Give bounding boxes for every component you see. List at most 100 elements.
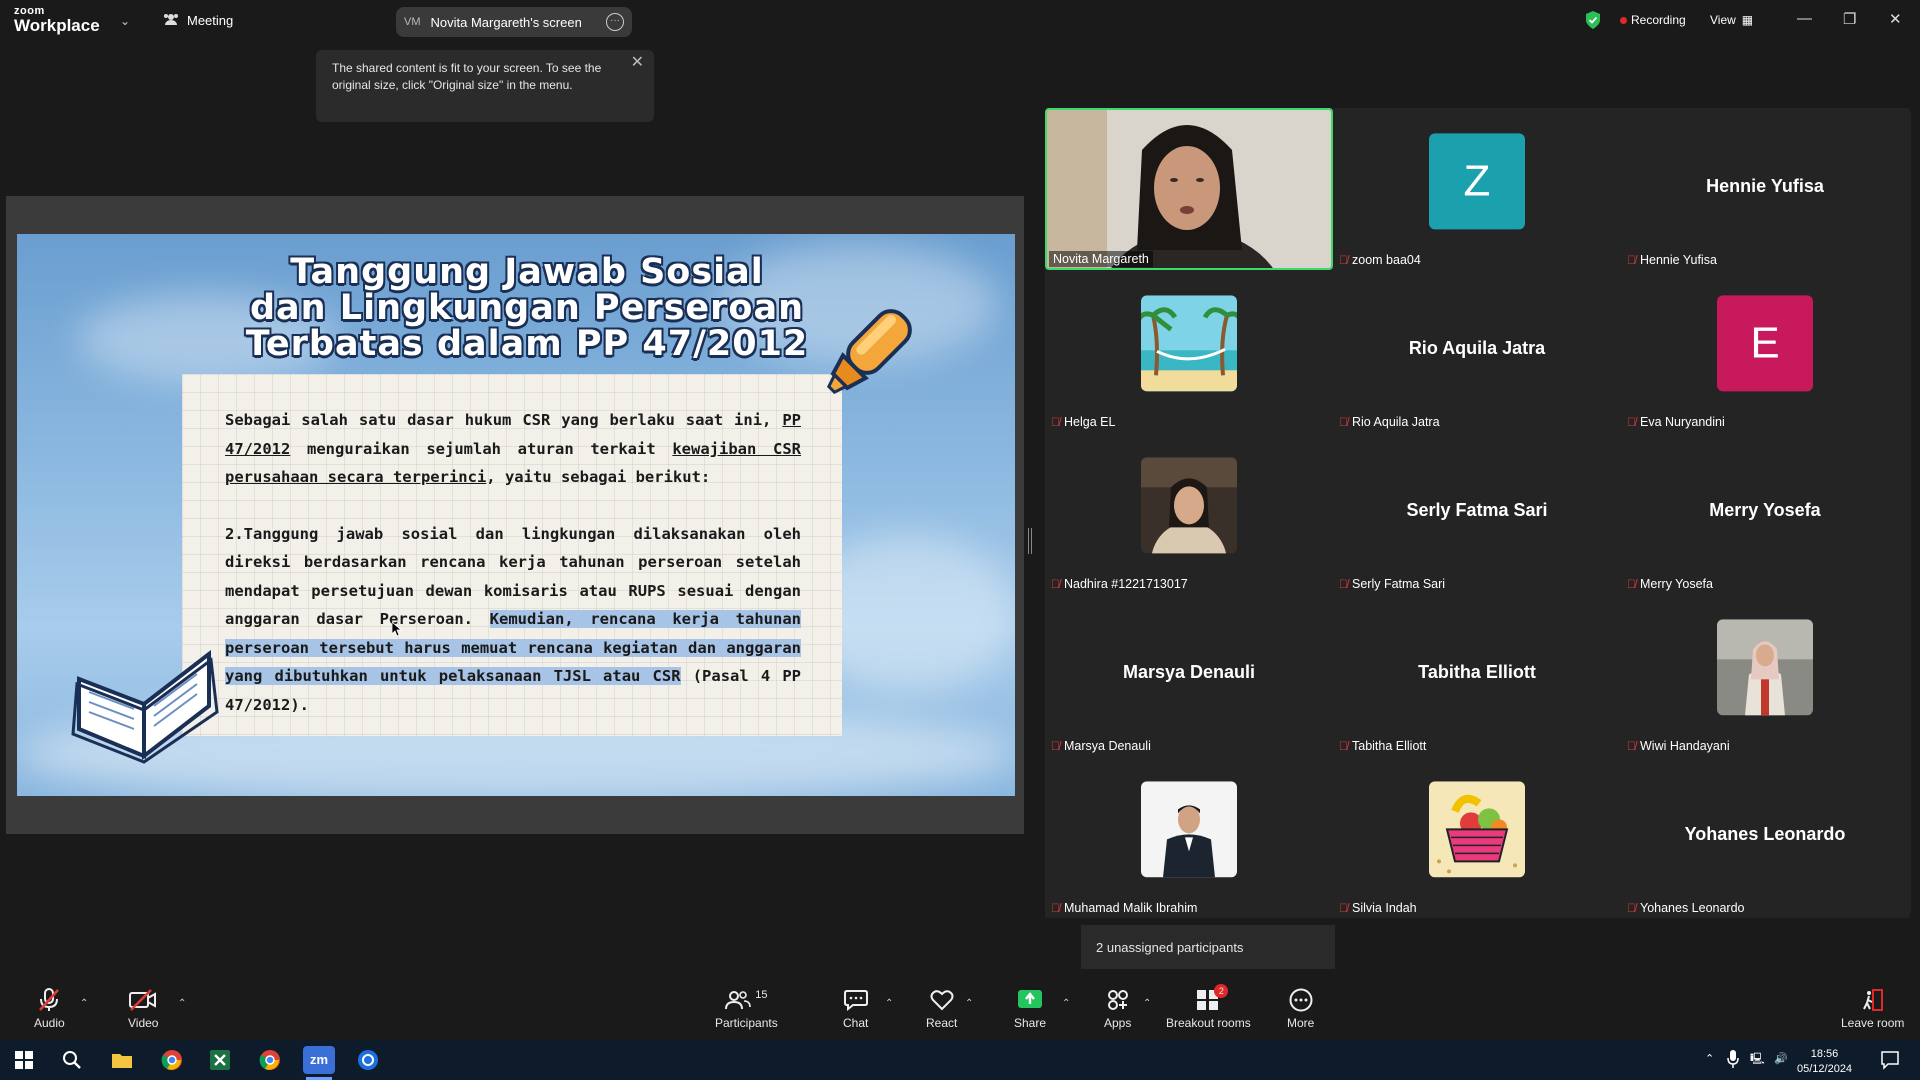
presentation-slide: Tanggung Jawab Sosial dan Lingkungan Per…	[17, 234, 1015, 796]
volume-icon[interactable]: 🔊	[1774, 1052, 1788, 1067]
video-off-icon	[129, 988, 157, 1012]
zoom-taskbar-icon[interactable]: zm	[303, 1046, 335, 1074]
file-explorer-icon[interactable]	[110, 1048, 134, 1072]
minimize-icon[interactable]: —	[1797, 10, 1812, 27]
participants-label: Participants	[715, 1016, 778, 1030]
participant-tile[interactable]: E 🎙̸ Eva Nuryandini	[1621, 270, 1909, 432]
participant-tile[interactable]: Hennie Yufisa 🎙̸ Hennie Yufisa	[1621, 108, 1909, 270]
excel-icon[interactable]	[208, 1048, 232, 1072]
restore-icon[interactable]: ❐	[1843, 10, 1856, 28]
more-button[interactable]: More	[1287, 988, 1314, 1030]
participants-gallery: Novita Margareth Z 🎙̸ zoom baa04 Hennie Y…	[1045, 108, 1911, 918]
participant-tile[interactable]: Novita Margareth	[1045, 108, 1333, 270]
windows-taskbar: zm ⌃ 🖳 🔊 18:56 05/12/2024	[0, 1040, 1920, 1080]
participants-button[interactable]: 15 Participants	[715, 988, 778, 1030]
clock-date: 05/12/2024	[1797, 1063, 1853, 1075]
participant-tile[interactable]: Merry Yosefa 🎙̸ Merry Yosefa	[1621, 432, 1909, 594]
breakout-rooms-button[interactable]: 2 Breakout rooms	[1166, 984, 1251, 1030]
participant-name: Tabitha Elliott	[1352, 739, 1427, 753]
notifications-icon[interactable]	[1880, 1050, 1900, 1075]
leave-label: Leave room	[1841, 1016, 1905, 1030]
audio-button[interactable]: Audio	[34, 988, 65, 1030]
breakout-rooms-icon: 2	[1196, 984, 1229, 1012]
share-options-caret-icon[interactable]: ⌃	[1062, 998, 1070, 1009]
audio-options-caret-icon[interactable]: ⌃	[80, 998, 88, 1009]
chrome-profile-icon[interactable]	[258, 1048, 282, 1072]
brand-name: Workplace	[14, 16, 100, 35]
more-options-icon[interactable]: ···	[606, 13, 624, 31]
participant-tile[interactable]: Rio Aquila Jatra 🎙̸ Rio Aquila Jatra	[1333, 270, 1621, 432]
participant-tile[interactable]: 🎙̸ Helga EL	[1045, 270, 1333, 432]
breakout-badge: 2	[1214, 984, 1229, 998]
participant-tile[interactable]: Marsya Denauli 🎙̸ Marsya Denauli	[1045, 594, 1333, 756]
participant-name: Muhamad Malik Ibrahim	[1064, 901, 1198, 915]
mic-muted-icon: 🎙̸	[1051, 901, 1060, 915]
participant-tile[interactable]: 🎙̸ Silvia Indah	[1333, 756, 1621, 918]
participant-display-name: Merry Yosefa	[1709, 499, 1821, 520]
mic-muted-icon: 🎙̸	[1627, 901, 1636, 915]
participant-name: Yohanes Leonardo	[1640, 901, 1745, 915]
participant-label: 🎙̸ Nadhira #1221713017	[1051, 577, 1188, 591]
slide-paper-card: Sebagai salah satu dasar hukum CSR yang …	[182, 374, 842, 736]
microphone-tray-icon[interactable]	[1727, 1050, 1739, 1073]
share-button[interactable]: Share	[1014, 988, 1046, 1030]
avatar: Z	[1429, 133, 1525, 230]
chevron-down-icon[interactable]: ⌄	[120, 14, 130, 28]
security-shield-icon[interactable]	[1585, 11, 1601, 29]
panel-resize-handle[interactable]	[1028, 528, 1032, 554]
windows-start-icon[interactable]	[12, 1048, 36, 1072]
participant-tile[interactable]: Serly Fatma Sari 🎙̸ Serly Fatma Sari	[1333, 432, 1621, 594]
mic-muted-icon: 🎙̸	[1627, 415, 1636, 429]
avatar	[1429, 781, 1525, 878]
participant-tile[interactable]: Z 🎙̸ zoom baa04	[1333, 108, 1621, 270]
video-options-caret-icon[interactable]: ⌃	[178, 998, 186, 1009]
network-icon[interactable]: 🖳	[1750, 1052, 1765, 1067]
participant-name: Marsya Denauli	[1064, 739, 1151, 753]
react-button[interactable]: React	[926, 988, 957, 1030]
mouse-cursor-icon	[392, 622, 402, 636]
recording-label: Recording	[1631, 13, 1686, 27]
unassigned-participants-banner[interactable]: 2 unassigned participants	[1081, 925, 1335, 969]
participant-tile[interactable]: 🎙̸ Wiwi Handayani	[1621, 594, 1909, 756]
participant-display-name: Marsya Denauli	[1122, 661, 1256, 682]
view-button[interactable]: View ▦	[1710, 13, 1753, 27]
share-screen-icon	[1017, 988, 1043, 1012]
clock[interactable]: 18:56 05/12/2024	[1797, 1047, 1852, 1077]
screen-share-pill[interactable]: VM Novita Margareth's screen ···	[396, 7, 632, 37]
chat-button[interactable]: Chat	[843, 988, 868, 1030]
tooltip-close-icon[interactable]: ✕	[631, 54, 644, 71]
chrome-icon[interactable]	[160, 1048, 184, 1072]
participant-label: 🎙̸ Marsya Denauli	[1051, 739, 1151, 753]
participant-label: 🎙̸ Hennie Yufisa	[1627, 253, 1717, 267]
participant-tile[interactable]: 🎙̸ Muhamad Malik Ibrahim	[1045, 756, 1333, 918]
zoom-logo: zoom Workplace	[14, 6, 100, 35]
app-icon[interactable]	[356, 1048, 380, 1072]
slide-title-line: Terbatas dalam PP 47/2012	[245, 324, 809, 364]
chat-options-caret-icon[interactable]: ⌃	[885, 998, 893, 1009]
meeting-info-button[interactable]: Meeting	[163, 12, 233, 29]
video-button[interactable]: Video	[128, 988, 158, 1030]
participants-icon: 15	[725, 988, 767, 1012]
leave-room-button[interactable]: Leave room	[1841, 988, 1904, 1030]
participants-count: 15	[755, 989, 768, 1001]
profile-photo	[1141, 457, 1237, 554]
participant-label: 🎙̸ Wiwi Handayani	[1627, 739, 1730, 753]
tray-overflow-icon[interactable]: ⌃	[1705, 1052, 1714, 1067]
slide-paragraph-2: 2.Tanggung jawab sosial dan lingkungan d…	[225, 520, 801, 720]
text-run: menguraikan sejumlah aturan terkait	[290, 439, 673, 458]
clock-time: 18:56	[1810, 1048, 1839, 1060]
chat-icon	[843, 988, 868, 1012]
search-icon[interactable]	[60, 1048, 84, 1072]
recording-indicator[interactable]: Recording	[1620, 13, 1686, 27]
react-options-caret-icon[interactable]: ⌃	[965, 998, 973, 1009]
apps-options-caret-icon[interactable]: ⌃	[1143, 998, 1151, 1009]
fit-screen-tooltip: The shared content is fit to your screen…	[316, 50, 654, 122]
participant-label: 🎙̸ Helga EL	[1051, 415, 1115, 429]
participant-tile[interactable]: Tabitha Elliott 🎙̸ Tabitha Elliott	[1333, 594, 1621, 756]
close-icon[interactable]: ✕	[1889, 10, 1902, 28]
participant-tile[interactable]: 🎙̸ Nadhira #1221713017	[1045, 432, 1333, 594]
apps-button[interactable]: Apps	[1104, 988, 1131, 1030]
text-run: , yaitu sebagai berikut:	[486, 468, 711, 486]
participant-label: 🎙̸ Silvia Indah	[1339, 901, 1417, 915]
participant-tile[interactable]: Yohanes Leonardo 🎙̸ Yohanes Leonardo	[1621, 756, 1909, 918]
